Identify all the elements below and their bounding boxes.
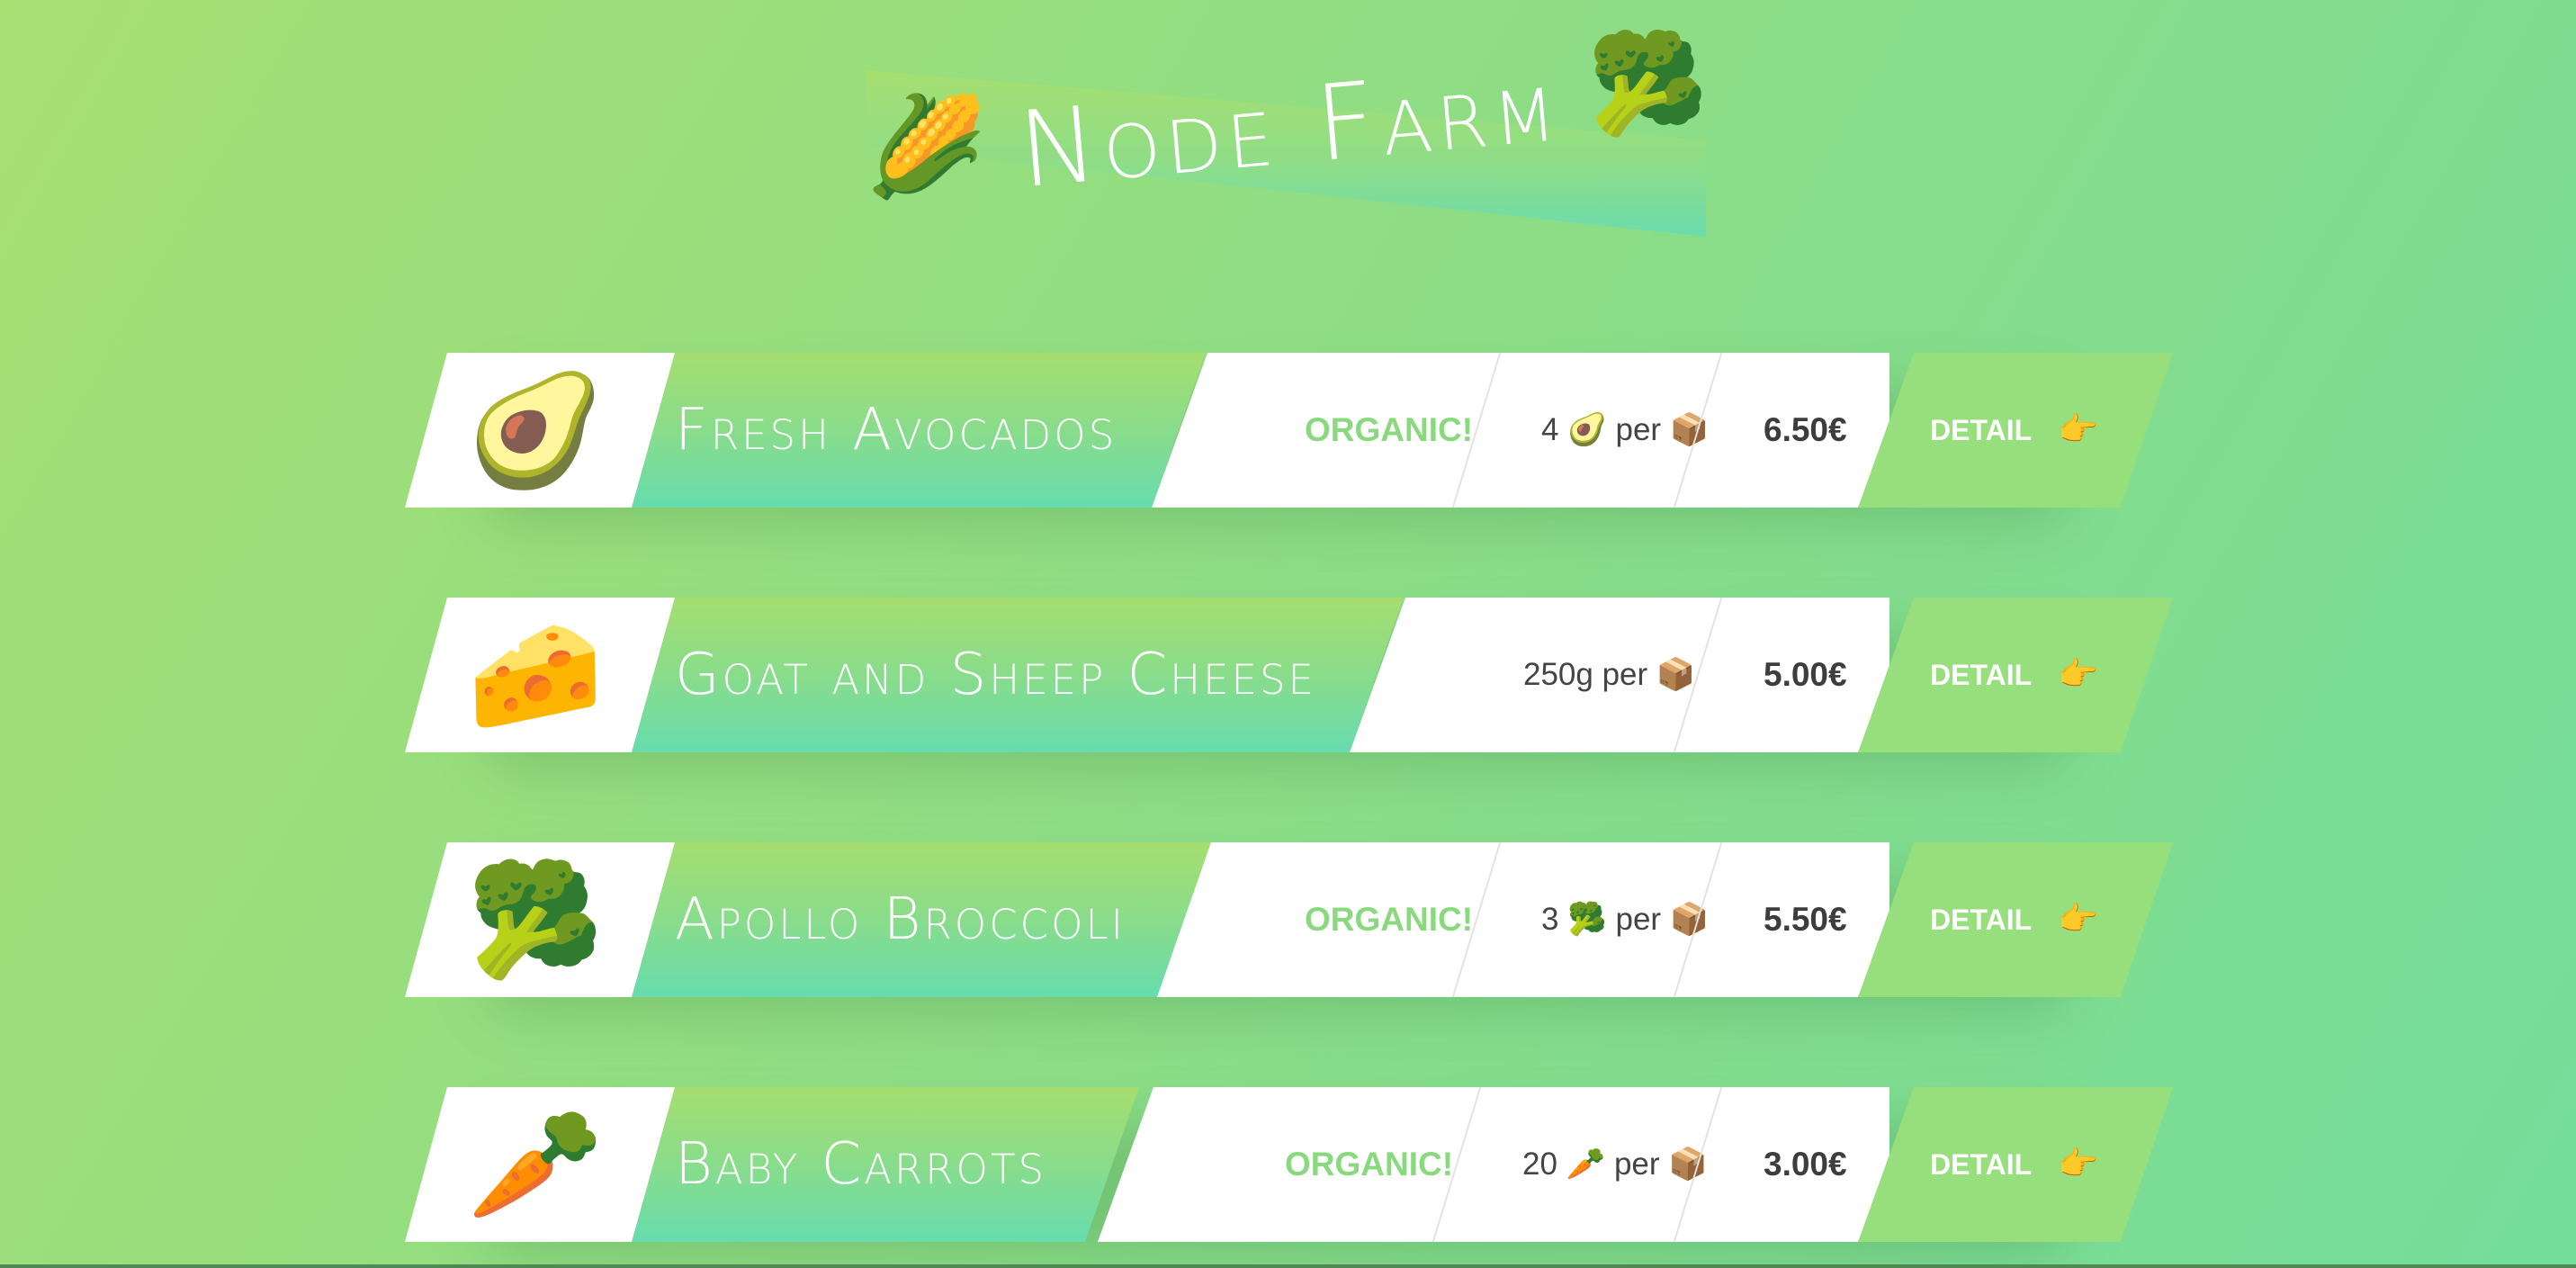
detail-button-label: DETAIL	[1930, 1148, 2033, 1181]
product-card: 🥕 Baby Carrots ORGANIC! 20 🥕 per 📦 3.00€…	[405, 1087, 2173, 1258]
product-card: 🧀 Goat and Sheep Cheese 250g per 📦 5.00€…	[405, 598, 2173, 769]
product-name: Goat and Sheep Cheese	[675, 642, 1316, 708]
product-card: 🥑 Fresh Avocados ORGANIC! 4 🥑 per 📦 6.50…	[405, 353, 2173, 524]
detail-button[interactable]: DETAIL 👉	[1858, 353, 2173, 508]
product-price: 5.50€	[1764, 901, 1847, 938]
product-price: 5.00€	[1764, 656, 1847, 693]
product-card: 🥦 Apollo Broccoli ORGANIC! 3 🥦 per 📦 5.5…	[405, 842, 2173, 1013]
page-header: 🌽 Node Farm 🥦	[866, 25, 1709, 241]
broccoli-icon: 🥦	[467, 856, 604, 984]
detail-button[interactable]: DETAIL 👉	[1858, 842, 2173, 997]
avocado-icon: 🥑	[467, 366, 604, 494]
detail-button[interactable]: DETAIL 👉	[1858, 1087, 2173, 1242]
product-quantity: 250g per 📦	[1523, 657, 1696, 692]
pointing-hand-icon: 👉	[2058, 1146, 2098, 1183]
corn-icon: 🌽	[866, 91, 987, 203]
product-image: 🥕	[405, 1087, 675, 1242]
organic-badge: ORGANIC!	[1305, 411, 1474, 448]
product-name: Apollo Broccoli	[675, 886, 1126, 953]
broccoli-icon: 🥦	[1587, 28, 1709, 140]
bottom-edge	[0, 1264, 2576, 1268]
cheese-icon: 🧀	[467, 611, 604, 739]
product-price: 3.00€	[1764, 1146, 1847, 1183]
product-image: 🥦	[405, 842, 675, 997]
product-name: Baby Carrots	[675, 1131, 1047, 1198]
organic-badge: ORGANIC!	[1285, 1146, 1454, 1183]
product-price: 6.50€	[1764, 411, 1847, 448]
product-image: 🥑	[405, 353, 675, 508]
detail-button-label: DETAIL	[1930, 904, 2033, 936]
pointing-hand-icon: 👉	[2058, 901, 2098, 938]
pointing-hand-icon: 👉	[2058, 656, 2098, 693]
product-image: 🧀	[405, 598, 675, 752]
detail-button[interactable]: DETAIL 👉	[1858, 598, 2173, 752]
organic-badge: ORGANIC!	[1305, 901, 1474, 938]
product-quantity: 4 🥑 per 📦	[1541, 412, 1710, 447]
detail-button-label: DETAIL	[1930, 414, 2033, 446]
product-quantity: 3 🥦 per 📦	[1541, 902, 1710, 937]
product-name: Fresh Avocados	[675, 397, 1117, 463]
detail-button-label: DETAIL	[1930, 659, 2033, 691]
carrot-icon: 🥕	[467, 1101, 604, 1228]
pointing-hand-icon: 👉	[2058, 411, 2098, 448]
